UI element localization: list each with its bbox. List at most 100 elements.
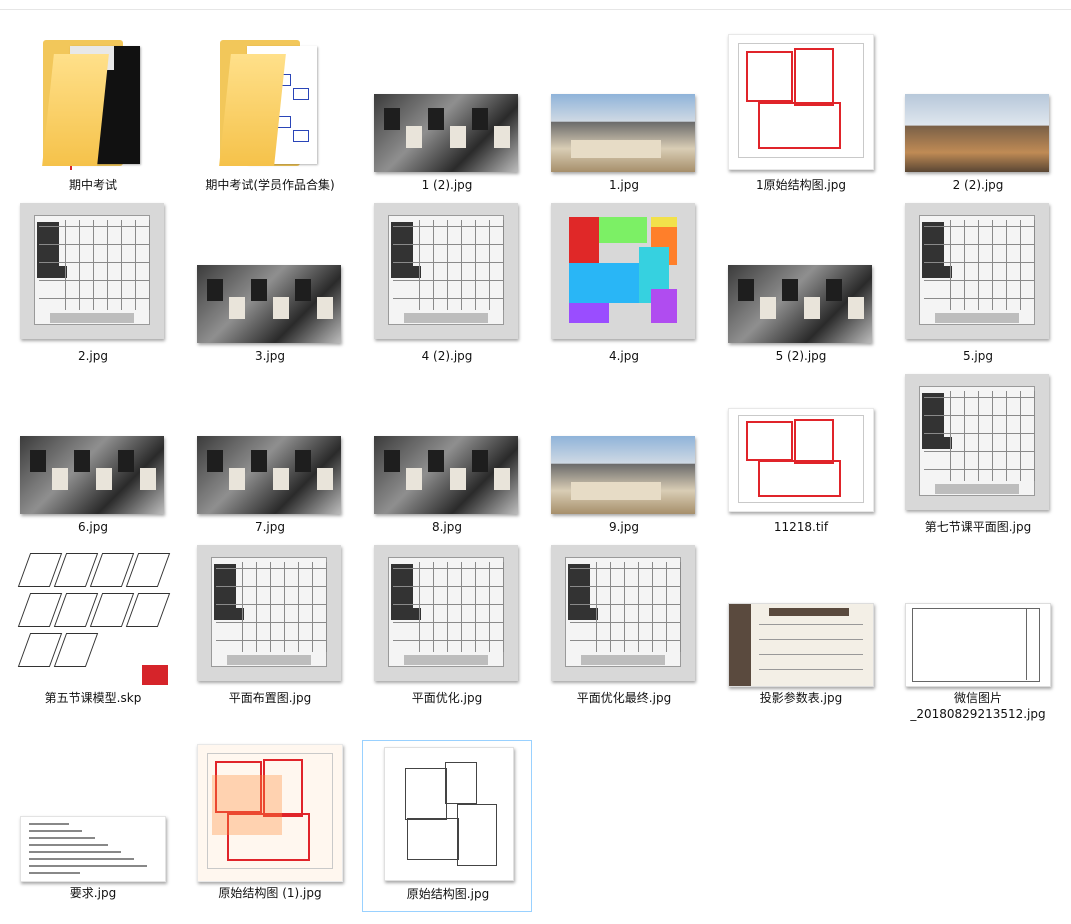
thumbnail [716,203,886,343]
file-item[interactable]: 11218.tif [716,374,886,546]
file-item[interactable]: 原始结构图 (1).jpg [185,740,355,912]
file-item[interactable]: 5 (2).jpg [716,203,886,375]
thumbnail-image [20,436,164,514]
file-name-label: 第七节课平面图.jpg [924,520,1032,534]
thumbnail [893,32,1063,172]
thumbnail-image [728,265,872,343]
file-name-label: 第五节课模型.skp [44,691,142,705]
file-name-label: 平面优化.jpg [411,691,483,705]
thumbnail [185,740,355,882]
file-name-label: 11218.tif [773,520,829,534]
thumbnail [185,545,355,685]
file-name-label: 1原始结构图.jpg [755,178,847,192]
thumbnail-image [905,603,1051,687]
file-item[interactable]: 4.jpg [539,203,709,375]
file-item[interactable]: 平面优化最终.jpg [539,545,709,717]
file-item[interactable]: 微信图片 _20180829213512.jpg [893,545,1063,721]
thumbnail [539,545,709,685]
thumbnail [185,374,355,514]
thumbnail-image [197,545,341,681]
folder-item[interactable]: 期中考试(学员作品合集) [185,32,355,204]
file-name-label: 平面优化最终.jpg [576,691,672,705]
thumbnail-image [551,203,695,339]
thumbnail [8,374,178,514]
file-item[interactable]: 2.jpg [8,203,178,375]
file-item[interactable]: 6.jpg [8,374,178,546]
thumbnail-image [14,545,172,685]
file-name-label: 1.jpg [608,178,640,192]
thumbnail [716,374,886,514]
file-item[interactable]: 4 (2).jpg [362,203,532,375]
thumbnail-image [905,203,1049,339]
file-item[interactable]: 8.jpg [362,374,532,546]
file-name-label: 4.jpg [608,349,640,363]
thumbnail [893,545,1063,687]
thumbnail [185,203,355,343]
file-name-label: 6.jpg [77,520,109,534]
file-name-label: 1 (2).jpg [421,178,473,192]
file-name-label: 要求.jpg [69,886,117,900]
file-item[interactable]: 1原始结构图.jpg [716,32,886,204]
thumbnail-image [551,545,695,681]
thumbnail [362,32,532,172]
thumbnail [539,32,709,172]
file-item[interactable]: 5.jpg [893,203,1063,375]
thumbnail [8,545,178,685]
thumbnail [539,203,709,343]
thumbnail [185,32,355,172]
file-name-label: 2.jpg [77,349,109,363]
file-name-label: 期中考试(学员作品合集) [205,178,335,192]
thumbnail [716,545,886,687]
file-item[interactable]: 要求.jpg [8,740,178,912]
file-name-label: 2 (2).jpg [952,178,1004,192]
thumbnail [8,203,178,343]
file-name-label: 平面布置图.jpg [228,691,312,705]
thumbnail-image [551,436,695,514]
file-name-label: 5 (2).jpg [775,349,827,363]
file-item[interactable]: 7.jpg [185,374,355,546]
file-item[interactable]: 9.jpg [539,374,709,546]
file-item[interactable]: 平面布置图.jpg [185,545,355,717]
file-item[interactable]: 2 (2).jpg [893,32,1063,204]
thumbnail [363,741,533,881]
file-name-label: 3.jpg [254,349,286,363]
thumbnail-image [197,265,341,343]
thumbnail-image [551,94,695,172]
thumbnail-image [374,94,518,172]
thumbnail-image [197,744,343,882]
file-name-label: 5.jpg [962,349,994,363]
sketchup-icon [142,665,168,685]
file-name-label: 原始结构图.jpg [406,887,490,901]
file-item[interactable]: 1.jpg [539,32,709,204]
thumbnail [893,374,1063,514]
thumbnail [716,32,886,172]
thumbnail-image [20,203,164,339]
thumbnail-image [728,34,874,170]
file-item[interactable]: 1 (2).jpg [362,32,532,204]
thumbnail-image [728,603,874,687]
file-name-label: 9.jpg [608,520,640,534]
file-name-label: 期中考试 [68,178,117,192]
thumbnail-image [384,747,514,881]
file-name-label: 8.jpg [431,520,463,534]
file-name-label: 投影参数表.jpg [759,691,843,705]
file-item[interactable]: 第七节课平面图.jpg [893,374,1063,546]
file-name-label: 微信图片 _20180829213512.jpg [910,691,1046,721]
thumbnail [893,203,1063,343]
file-item[interactable]: 3.jpg [185,203,355,375]
folder-item[interactable]: 期中考试 [8,32,178,204]
thumbnail-image [20,816,166,882]
thumbnail-image [374,203,518,339]
thumbnail-image [905,94,1049,172]
file-item[interactable]: 投影参数表.jpg [716,545,886,717]
thumbnail [8,740,178,882]
thumbnail-image [197,436,341,514]
file-item[interactable]: 平面优化.jpg [362,545,532,717]
file-item[interactable]: 第五节课模型.skp [8,545,178,717]
thumbnail [362,374,532,514]
thumbnail [539,374,709,514]
file-item[interactable]: 原始结构图.jpg [362,740,532,912]
thumbnail-image [905,374,1049,510]
thumbnail-image [728,408,874,512]
thumbnail [8,32,178,172]
